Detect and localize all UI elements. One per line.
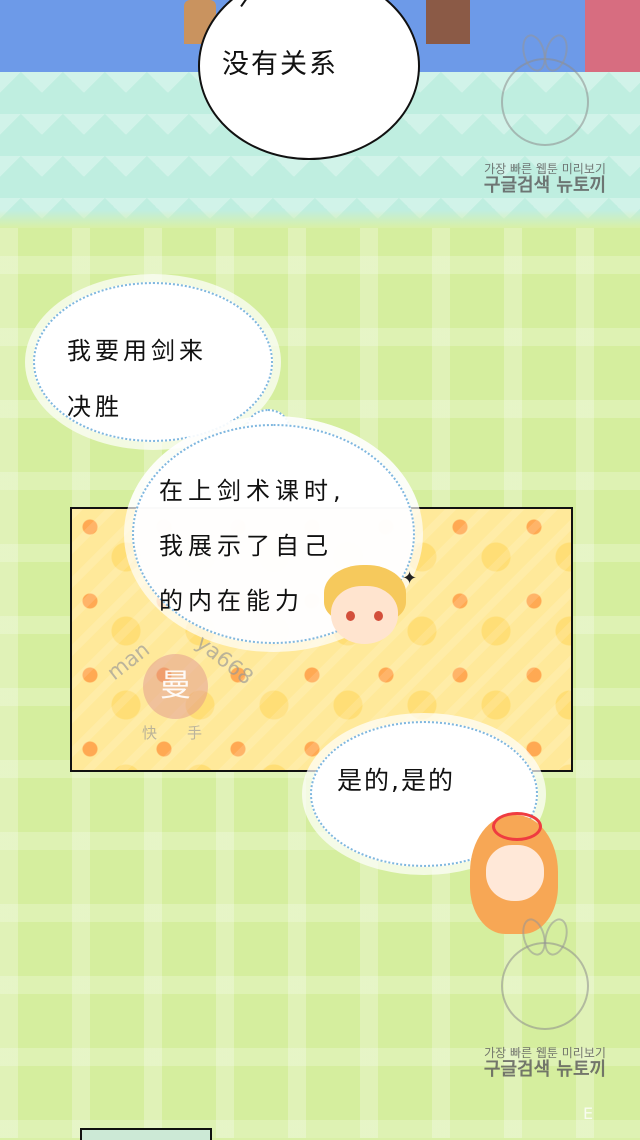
panel-line: 我展示了自己 — [159, 532, 333, 560]
cloud-speech-text: 我要用剑来 决胜 — [67, 323, 207, 435]
watermark-large-text: 구글검색 뉴토끼 — [483, 175, 607, 196]
cloud-line: 我要用剑来 — [67, 337, 207, 365]
bunny-watermark-icon — [501, 58, 589, 146]
corner-logo-icon: E — [583, 1104, 594, 1123]
next-panel-edge — [80, 1128, 212, 1140]
boy-eye — [346, 611, 355, 621]
cloud-line: 决胜 — [67, 393, 123, 421]
red-bow — [492, 812, 542, 841]
panel-line: 在上剑术课时, — [159, 477, 346, 505]
watermark-small-text: 가장 빠른 웹툰 미리보기 — [484, 162, 606, 176]
watermark-large-text: 구글검색 뉴토끼 — [483, 1059, 607, 1080]
reply-speech-text: 是的,是的 — [337, 766, 455, 795]
panel-speech-text: 在上剑术课时, 我展示了自己 的内在能力 — [159, 464, 346, 629]
bunny-watermark-icon — [501, 942, 589, 1030]
panel-line: 的内在能力 — [159, 587, 304, 615]
boy-eye — [374, 611, 383, 621]
sparkle-icon: ✦ — [402, 568, 418, 589]
watermark-small-text: 가장 빠른 웹툰 미리보기 — [484, 1046, 606, 1060]
boy-face — [331, 586, 398, 644]
watermark-top: 가장 빠른 웹툰 미리보기 구글검색 뉴토끼 — [480, 58, 610, 248]
girl-face — [486, 845, 544, 901]
top-speech-text: 没有关系 — [222, 49, 338, 80]
stamp-watermark-icon: 曼 — [143, 654, 208, 719]
stamp-watermark-bottom: 快手 — [142, 724, 233, 742]
table-illustration — [426, 0, 470, 44]
